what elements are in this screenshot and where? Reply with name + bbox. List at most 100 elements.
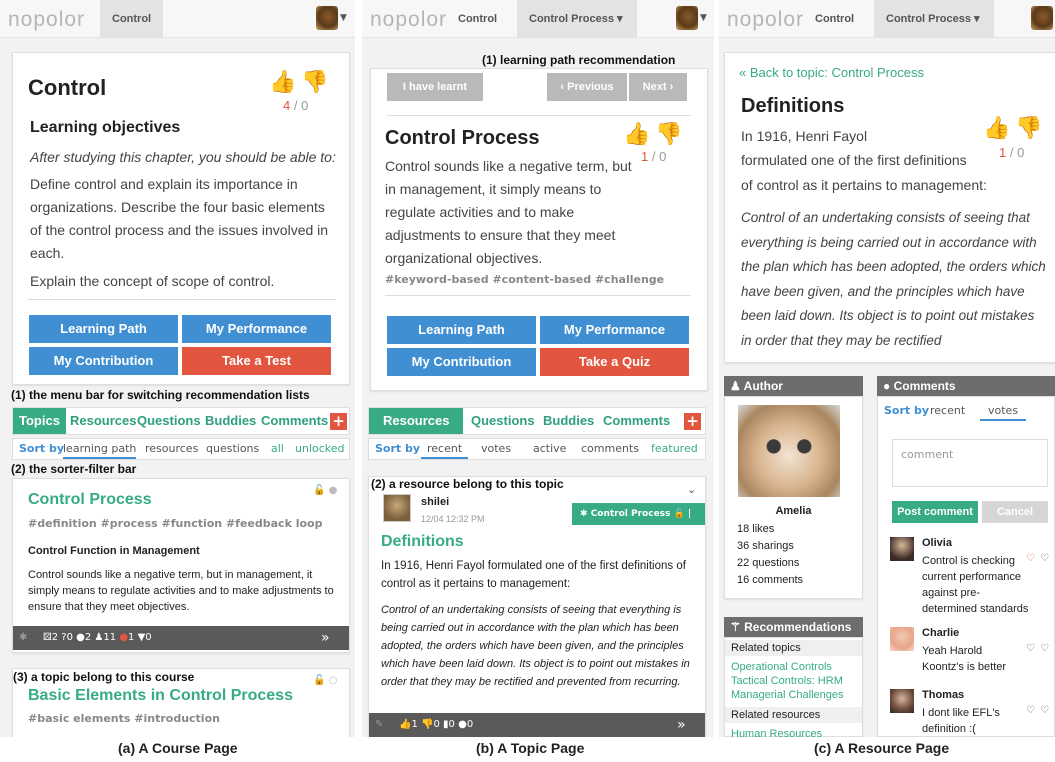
pencil-icon[interactable]: ✎ [375, 713, 383, 737]
user-avatar[interactable] [676, 6, 698, 30]
learnt-button[interactable]: I have learnt [387, 73, 483, 101]
tab-control-process[interactable]: Control Process ▾ [517, 0, 637, 38]
previous-button[interactable]: ‹ Previous [547, 73, 627, 101]
avatar[interactable] [383, 494, 411, 522]
tab-questions[interactable]: Questions [471, 408, 535, 434]
resource-card[interactable]: (2) a resource belong to this topic ⌄ sh… [368, 476, 706, 737]
sort-questions[interactable]: questions [206, 439, 259, 459]
add-icon[interactable]: + [684, 413, 701, 430]
tab-comments[interactable]: Comments [261, 408, 328, 434]
thumbs-down-icon[interactable]: ♡ [1040, 705, 1049, 716]
author-name[interactable]: Amelia [725, 503, 862, 519]
tab-questions[interactable]: Questions [137, 408, 201, 434]
learning-path-button[interactable]: Learning Path [387, 316, 536, 344]
topic-title[interactable]: Basic Elements in Control Process [28, 687, 293, 705]
user-avatar[interactable] [316, 6, 338, 30]
sort-active[interactable]: active [533, 439, 566, 459]
sort-recent[interactable]: recent [930, 401, 965, 421]
sort-votes[interactable]: votes [980, 401, 1027, 421]
post-comment-button[interactable]: Post comment [892, 501, 978, 523]
comment-author[interactable]: Olivia [922, 535, 952, 551]
section-title: Learning objectives [30, 119, 181, 136]
filter-featured[interactable]: featured [651, 439, 698, 459]
thumbs-down-icon[interactable]: 👎 [1015, 117, 1042, 141]
avatar[interactable] [890, 537, 914, 561]
avatar[interactable] [890, 627, 914, 651]
add-icon[interactable]: + [330, 413, 347, 430]
tab-buddies[interactable]: Buddies [543, 408, 594, 434]
page-title: Control Process [385, 127, 540, 149]
filter-all[interactable]: all [271, 439, 284, 459]
chevron-down-icon[interactable]: ▼ [340, 13, 347, 23]
thumbs-down-icon[interactable]: 👎 [655, 123, 682, 147]
cancel-button[interactable]: Cancel [982, 501, 1048, 523]
tab-control[interactable]: Control [446, 0, 509, 38]
thumbs-up-icon[interactable]: 👍 [623, 123, 650, 147]
topic-badge[interactable]: ✱ Control Process 🔓 | ● [572, 503, 705, 541]
topic-overview-card: I have learnt ‹ Previous Next › Control … [370, 68, 708, 391]
chevron-down-icon[interactable]: ⌄ [687, 483, 696, 496]
topic-title[interactable]: Control Process [28, 491, 152, 509]
app-logo[interactable]: nopolor [8, 8, 85, 32]
gear-icon[interactable]: ✱ [19, 626, 27, 650]
thumbs-down-icon[interactable]: ♡ [1040, 643, 1049, 654]
filter-unlocked[interactable]: unlocked [295, 439, 345, 459]
tab-buddies[interactable]: Buddies [205, 408, 256, 434]
thumbs-up-icon[interactable]: ♡ [1026, 643, 1035, 654]
author-photo[interactable] [738, 405, 840, 497]
related-resource-link[interactable]: Human Resources [731, 726, 822, 737]
my-contribution-button[interactable]: My Contribution [29, 347, 178, 375]
take-quiz-button[interactable]: Take a Quiz [540, 348, 689, 376]
resource-author[interactable]: shilei [421, 494, 449, 510]
sort-comments[interactable]: comments [581, 439, 639, 459]
thumbs-up-icon[interactable]: 👍 [269, 71, 296, 95]
thumbs-down-icon[interactable]: 👎 [301, 71, 328, 95]
comment-author[interactable]: Charlie [922, 625, 959, 641]
tab-comments[interactable]: Comments [603, 408, 670, 434]
thumbs-up-icon[interactable]: 👍 [983, 117, 1010, 141]
figure-caption: (a) A Course Page [118, 740, 238, 756]
thumbs-up-icon[interactable]: ♡ [1026, 705, 1035, 716]
recommendations-header: ⚚ Recommendations [724, 617, 863, 637]
expand-icon[interactable]: » [321, 626, 330, 650]
thumbs-down-icon[interactable]: ♡ [1040, 553, 1049, 564]
tab-topics[interactable]: Topics [13, 408, 66, 434]
take-test-button[interactable]: Take a Test [182, 347, 331, 375]
comment-input[interactable]: comment [892, 439, 1048, 487]
my-contribution-button[interactable]: My Contribution [387, 348, 536, 376]
sort-votes[interactable]: votes [481, 439, 511, 459]
expand-icon[interactable]: » [677, 713, 686, 737]
my-performance-button[interactable]: My Performance [182, 315, 331, 343]
divider [385, 295, 691, 296]
app-logo[interactable]: nopolor [727, 8, 804, 32]
my-performance-button[interactable]: My Performance [540, 316, 689, 344]
tab-resources[interactable]: Resources [70, 408, 136, 434]
page-title: Control [28, 75, 107, 100]
avatar[interactable] [890, 689, 914, 713]
comment-author[interactable]: Thomas [922, 687, 964, 703]
tab-control-process[interactable]: Control Process ▾ [874, 0, 994, 38]
app-logo[interactable]: nopolor [370, 8, 447, 32]
next-button[interactable]: Next › [629, 73, 687, 101]
sort-learning-path[interactable]: learning path [63, 439, 137, 459]
user-avatar[interactable] [1031, 6, 1053, 30]
tab-control[interactable]: Control [100, 0, 164, 38]
sort-resources[interactable]: resources [145, 439, 198, 459]
sort-recent[interactable]: recent [421, 439, 469, 459]
back-link[interactable]: « Back to topic: Control Process [739, 65, 924, 80]
resource-detail-card: « Back to topic: Control Process Definit… [724, 52, 1055, 363]
top-nav-bar: nopolor Control ▼ [0, 0, 355, 38]
topic-card[interactable]: 🔓 ● Control Process #definition #process… [12, 478, 350, 653]
related-topic-link[interactable]: Operational Controls [731, 660, 832, 674]
related-topic-link[interactable]: Managerial Challenges [731, 688, 844, 702]
related-topics-label: Related topics [725, 640, 862, 656]
topic-card[interactable]: 🔓 ○ (3) a topic belong to this course Ba… [12, 668, 350, 737]
objectives-intro: After studying this chapter, you should … [30, 149, 336, 165]
learning-path-button[interactable]: Learning Path [29, 315, 178, 343]
chevron-down-icon[interactable]: ▼ [700, 13, 707, 23]
thumbs-up-icon[interactable]: ♡ [1026, 553, 1035, 564]
resource-title[interactable]: Definitions [381, 533, 464, 551]
tab-control[interactable]: Control [803, 0, 866, 38]
tab-resources[interactable]: Resources [369, 408, 464, 434]
related-topic-link[interactable]: Tactical Controls: HRM [731, 674, 843, 688]
